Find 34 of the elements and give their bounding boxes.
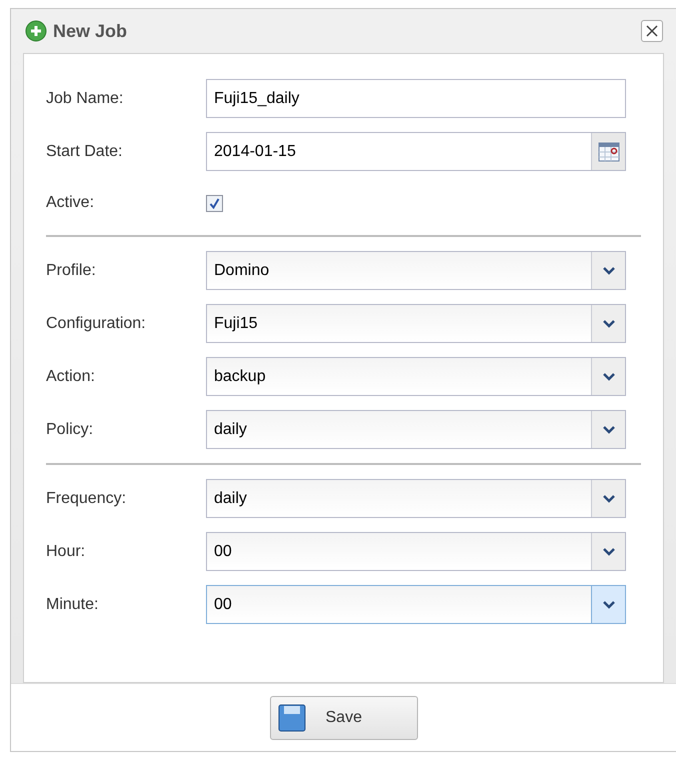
text-field[interactable]: Fuji15_daily: [206, 79, 626, 118]
field-label: Job Name:: [46, 88, 124, 108]
field-label: Frequency:: [46, 488, 128, 508]
field-label: Hour:: [46, 542, 86, 562]
dropdown-field[interactable]: backup: [206, 357, 626, 396]
chevron-down-icon: [602, 320, 614, 328]
chevron-down-icon: [602, 426, 614, 434]
plus-circle-icon: [25, 20, 47, 42]
chevron-down-icon: [602, 548, 614, 556]
field-label: Start Date:: [46, 142, 124, 162]
chevron-down-icon: [602, 266, 614, 274]
window-title: New Job: [53, 20, 128, 42]
date-field[interactable]: 2014-01-15: [206, 132, 626, 171]
field-label: Policy:: [46, 420, 94, 440]
field-label: Action:: [46, 366, 96, 386]
dropdown-field[interactable]: daily: [206, 410, 626, 449]
chevron-down-icon: [602, 494, 614, 502]
chevron-down-icon: [602, 600, 614, 608]
field-label: Profile:: [46, 260, 97, 280]
dropdown-field[interactable]: 00: [206, 585, 626, 624]
calendar-icon[interactable]: [598, 142, 620, 162]
field-label: Active:: [46, 193, 96, 213]
close-icon: [646, 25, 658, 37]
chevron-down-icon: [602, 372, 614, 380]
dropdown-field[interactable]: Fuji15: [206, 304, 626, 343]
field-label: Minute:: [46, 594, 100, 614]
check-icon: [209, 198, 220, 208]
close-button[interactable]: [641, 20, 663, 42]
field-label: Configuration:: [46, 314, 147, 334]
dropdown-field[interactable]: Domino: [206, 251, 626, 290]
dropdown-field[interactable]: 00: [206, 532, 626, 571]
checkbox[interactable]: [206, 194, 223, 212]
dropdown-field[interactable]: daily: [206, 479, 626, 518]
save-button[interactable]: Save: [270, 696, 418, 740]
